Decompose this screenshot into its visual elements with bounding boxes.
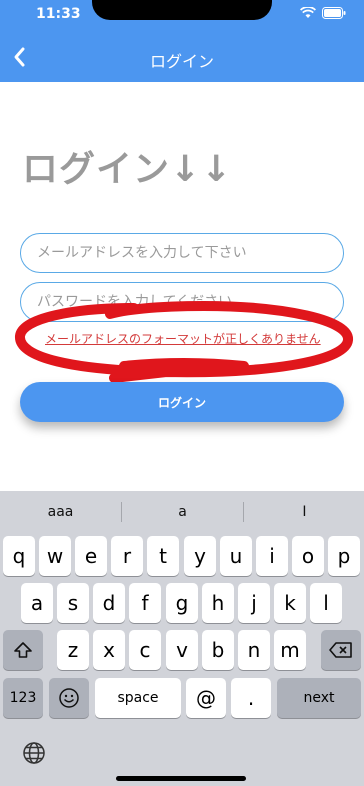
- shift-icon: [14, 642, 32, 658]
- key-y[interactable]: y: [184, 536, 216, 576]
- key-e[interactable]: e: [75, 536, 107, 576]
- next-key[interactable]: next: [277, 678, 361, 718]
- nav-title: ログイン: [149, 52, 214, 71]
- key-t[interactable]: t: [147, 536, 179, 576]
- page-heading: ログイン↓↓: [22, 149, 233, 190]
- key-p[interactable]: p: [328, 536, 360, 576]
- key-f[interactable]: f: [129, 583, 161, 623]
- key-l[interactable]: l: [310, 583, 342, 623]
- key-q[interactable]: q: [3, 536, 35, 576]
- suggestion-item[interactable]: a: [122, 491, 243, 533]
- battery-icon: [322, 7, 346, 19]
- key-d[interactable]: d: [93, 583, 125, 623]
- device-notch: [92, 0, 272, 20]
- globe-icon[interactable]: [22, 741, 46, 765]
- wifi-icon: [300, 7, 316, 18]
- numbers-key[interactable]: 123: [3, 678, 43, 718]
- at-key[interactable]: @: [186, 678, 226, 718]
- suggestion-bar: aaa a I: [0, 491, 364, 533]
- key-x[interactable]: x: [93, 630, 125, 670]
- key-b[interactable]: b: [202, 630, 234, 670]
- key-a[interactable]: a: [21, 583, 53, 623]
- key-z[interactable]: z: [57, 630, 89, 670]
- key-i[interactable]: i: [256, 536, 288, 576]
- emoji-key[interactable]: [49, 678, 89, 718]
- key-s[interactable]: s: [57, 583, 89, 623]
- email-input[interactable]: [20, 233, 344, 273]
- key-r[interactable]: r: [111, 536, 143, 576]
- key-o[interactable]: o: [292, 536, 324, 576]
- key-h[interactable]: h: [202, 583, 234, 623]
- key-j[interactable]: j: [238, 583, 270, 623]
- status-time: 11:33: [36, 6, 81, 22]
- key-k[interactable]: k: [274, 583, 306, 623]
- emoji-icon: [59, 688, 79, 708]
- backspace-icon: [329, 642, 352, 658]
- key-v[interactable]: v: [166, 630, 198, 670]
- login-button[interactable]: ログイン: [20, 382, 344, 422]
- password-input[interactable]: [20, 282, 344, 322]
- key-u[interactable]: u: [220, 536, 252, 576]
- key-w[interactable]: w: [39, 536, 71, 576]
- nav-bar: 11:33 ログイン: [0, 0, 364, 82]
- dot-key[interactable]: .: [231, 678, 271, 718]
- key-g[interactable]: g: [166, 583, 198, 623]
- suggestion-item[interactable]: aaa: [0, 491, 121, 533]
- space-key[interactable]: space: [95, 678, 181, 718]
- key-c[interactable]: c: [129, 630, 161, 670]
- status-icons: [300, 7, 346, 19]
- backspace-key[interactable]: [321, 630, 361, 670]
- key-m[interactable]: m: [274, 630, 306, 670]
- shift-key[interactable]: [3, 630, 43, 670]
- home-indicator: [116, 776, 246, 781]
- keyboard: aaa a I q w e r t y u i o p a s d f g h …: [0, 491, 364, 786]
- suggestion-item[interactable]: I: [244, 491, 364, 533]
- key-n[interactable]: n: [238, 630, 270, 670]
- error-message: メールアドレスのフォーマットが正しくありません: [45, 332, 321, 346]
